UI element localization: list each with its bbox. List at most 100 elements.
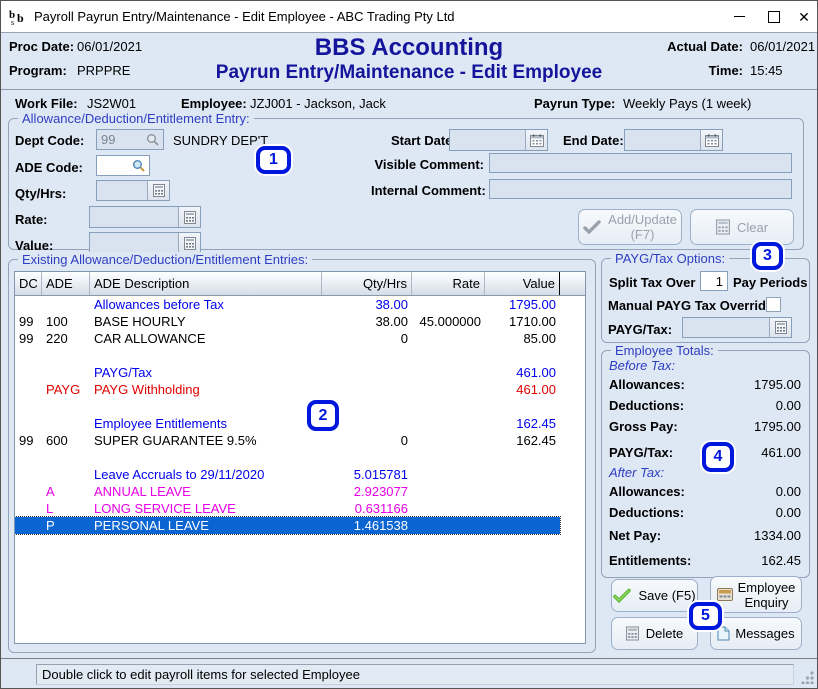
column-header-desc[interactable]: ADE Description xyxy=(90,272,322,295)
pay-periods-label: Pay Periods xyxy=(733,275,807,290)
table-cell-ade xyxy=(42,466,90,483)
clear-button[interactable]: Clear xyxy=(690,209,794,245)
manual-payg-override-checkbox[interactable] xyxy=(766,297,781,312)
column-header-value[interactable]: Value xyxy=(485,272,560,295)
dept-code-lookup-icon[interactable] xyxy=(146,133,160,147)
table-row[interactable] xyxy=(15,449,585,466)
table-header[interactable]: DC ADE ADE Description Qty/Hrs Rate Valu… xyxy=(15,272,585,296)
add-update-button[interactable]: Add/Update(F7) xyxy=(578,209,682,245)
app-title: BBS Accounting xyxy=(121,34,697,62)
visible-comment-field[interactable] xyxy=(489,153,792,173)
allowances-after-label: Allowances: xyxy=(609,484,685,499)
entitlements-row: Entitlements: 162.45 xyxy=(609,553,801,568)
table-row[interactable] xyxy=(15,347,585,364)
table-row[interactable]: PPERSONAL LEAVE1.461538 xyxy=(15,517,585,534)
close-button[interactable]: ✕ xyxy=(789,1,818,32)
annotation-5: 5 xyxy=(689,602,722,630)
messages-button[interactable]: Messages xyxy=(710,617,802,650)
table-row[interactable]: 99220CAR ALLOWANCE085.00 xyxy=(15,330,585,347)
status-text: Double click to edit payroll items for s… xyxy=(42,667,360,682)
dept-name: SUNDRY DEP'T xyxy=(173,133,268,148)
calculator-icon xyxy=(716,219,730,235)
table-cell-ade xyxy=(42,364,90,381)
qty-hrs-calculator-icon[interactable] xyxy=(147,181,169,200)
table-cell-ade: 100 xyxy=(42,313,90,330)
internal-comment-field[interactable] xyxy=(489,179,792,199)
table-row[interactable] xyxy=(15,398,585,415)
entries-table[interactable]: DC ADE ADE Description Qty/Hrs Rate Valu… xyxy=(14,271,586,644)
rate-calculator-icon[interactable] xyxy=(178,207,200,227)
value-field[interactable] xyxy=(89,232,201,254)
table-row[interactable]: PAYG/Tax461.00 xyxy=(15,364,585,381)
table-row[interactable]: LLONG SERVICE LEAVE0.631166 xyxy=(15,500,585,517)
employee-enquiry-button[interactable]: Employee Enquiry xyxy=(710,576,802,613)
deductions-before-row: Deductions: 0.00 xyxy=(609,398,801,413)
table-cell-rate xyxy=(412,517,485,534)
gross-pay-value: 1795.00 xyxy=(754,419,801,434)
value-calculator-icon[interactable] xyxy=(178,233,200,253)
dept-code-field[interactable]: 99 xyxy=(96,129,164,150)
table-body: Allowances before Tax38.001795.0099100BA… xyxy=(15,296,585,534)
qty-hrs-field[interactable] xyxy=(96,180,170,201)
save-button[interactable]: Save (F5) xyxy=(611,579,698,612)
ade-code-lookup-icon[interactable] xyxy=(132,159,146,173)
column-header-qty[interactable]: Qty/Hrs xyxy=(322,272,412,295)
resize-grip[interactable] xyxy=(801,671,814,684)
table-cell-qty xyxy=(322,381,412,398)
column-header-dc[interactable]: DC xyxy=(15,272,42,295)
table-cell-ade: 220 xyxy=(42,330,90,347)
table-row[interactable]: 99600SUPER GUARANTEE 9.5%0162.45 xyxy=(15,432,585,449)
table-row[interactable]: 99100BASE HOURLY38.0045.0000001710.00 xyxy=(15,313,585,330)
deductions-after-row: Deductions: 0.00 xyxy=(609,505,801,520)
title-bar[interactable]: b s b Payroll Payrun Entry/Maintenance -… xyxy=(1,1,817,33)
maximize-icon xyxy=(768,11,780,23)
column-header-filler xyxy=(560,272,585,295)
table-row[interactable]: AANNUAL LEAVE2.923077 xyxy=(15,483,585,500)
save-button-label: Save (F5) xyxy=(638,588,695,603)
table-cell-val xyxy=(485,483,560,500)
annotation-1: 1 xyxy=(256,146,291,174)
payg-tax-field[interactable] xyxy=(682,317,792,338)
minimize-button[interactable] xyxy=(724,1,754,32)
actual-date-value: 06/01/2021 xyxy=(750,39,815,54)
annotation-4: 4 xyxy=(702,442,734,472)
table-cell-rate xyxy=(412,330,485,347)
window-title: Payroll Payrun Entry/Maintenance - Edit … xyxy=(34,9,455,24)
table-row[interactable]: Leave Accruals to 29/11/20205.015781 xyxy=(15,466,585,483)
entitlements-label: Entitlements: xyxy=(609,553,691,568)
table-row[interactable]: Employee Entitlements162.45 xyxy=(15,415,585,432)
table-cell-ade xyxy=(42,347,90,364)
table-cell-val: 162.45 xyxy=(485,432,560,449)
table-cell-desc: PAYG Withholding xyxy=(90,381,322,398)
table-cell-val xyxy=(485,449,560,466)
table-row[interactable]: Allowances before Tax38.001795.00 xyxy=(15,296,585,313)
delete-button[interactable]: Delete xyxy=(611,617,698,650)
payrun-type-value: Weekly Pays (1 week) xyxy=(623,96,751,111)
ade-code-field[interactable] xyxy=(96,155,150,176)
table-cell-desc: ANNUAL LEAVE xyxy=(90,483,322,500)
status-bar: Double click to edit payroll items for s… xyxy=(36,664,794,685)
manual-payg-override-label: Manual PAYG Tax Override: xyxy=(608,298,778,313)
payg-tax-calculator-icon[interactable] xyxy=(769,318,791,337)
start-date-calendar-icon[interactable] xyxy=(525,130,547,150)
deductions-after-label: Deductions: xyxy=(609,505,684,520)
table-cell-val xyxy=(485,398,560,415)
rate-field[interactable] xyxy=(89,206,201,228)
dept-code-label: Dept Code: xyxy=(15,133,84,148)
end-date-calendar-icon[interactable] xyxy=(700,130,722,150)
start-date-field[interactable] xyxy=(449,129,548,151)
column-header-ade[interactable]: ADE xyxy=(42,272,90,295)
proc-date-label: Proc Date: xyxy=(9,39,74,54)
gross-pay-label: Gross Pay: xyxy=(609,419,678,434)
table-row[interactable]: PAYGPAYG Withholding461.00 xyxy=(15,381,585,398)
annotation-2: 2 xyxy=(307,400,339,431)
time-value: 15:45 xyxy=(750,63,783,78)
end-date-field[interactable] xyxy=(624,129,723,151)
end-date-label: End Date: xyxy=(563,133,624,148)
work-file-value: JS2W01 xyxy=(87,96,136,111)
column-header-rate[interactable]: Rate xyxy=(412,272,485,295)
split-tax-label: Split Tax Over xyxy=(609,275,695,290)
check-icon xyxy=(583,220,601,234)
maximize-button[interactable] xyxy=(759,1,789,32)
split-tax-input[interactable]: 1 xyxy=(700,271,728,291)
